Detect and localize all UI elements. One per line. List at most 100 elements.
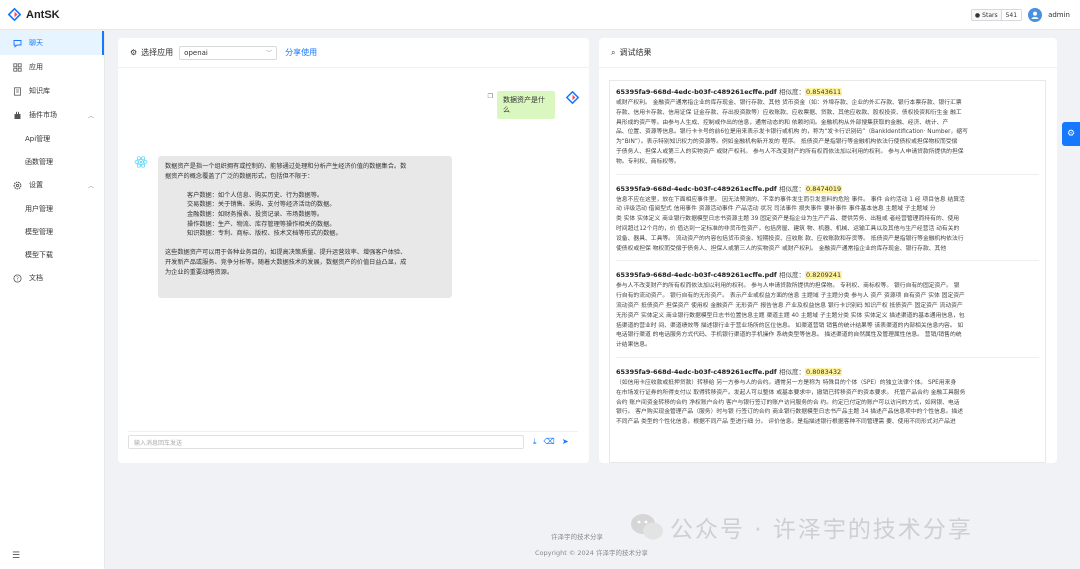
bot-message-line: 这些数据资产可以用于各种业务目的，如提高决策质量、提升运营效率、增强客户体验、 [165,249,407,257]
result-file: 65395fa9-668d-4edc-b03f-c489261ecffe.pdf [616,271,777,280]
footer-copyright: Copyright © 2024 许泽宇的技术分享 [535,549,649,557]
wechat-watermark: 公众号 · 许泽宇的技术分享 [630,510,973,544]
send-icon[interactable]: ➤ [562,437,569,447]
antsk-logo-icon [8,8,21,21]
user-name[interactable]: admin [1048,11,1070,19]
result-line: 电话银行渠道 的电话服务方式代码、手机银行渠道的手机操作 系统类型等信息。 描述… [616,332,962,339]
svg-text:?: ? [16,276,19,282]
sidebar-item-api[interactable]: Api管理 [0,127,104,150]
bot-message-line: 客户数据：如个人信息、购买历史、行为数据等。 [187,191,324,199]
result-line: 流动资产 抵债资产 担保资产 使用权 金融资产 无形资产 报告信息 产业及权益信… [616,302,963,309]
footer-title: 许泽宇的技术分享 [551,533,603,541]
result-line: 行自有的流动资产。 银行自有的无形资产。 表示产业或权益方面的信息 主题域 子主… [616,293,965,300]
debug-panel: ⌕ 调试结果 65395fa9-668d-4edc-b03f-c489261ec… [599,38,1057,463]
upload-icon[interactable]: ⤓ [533,437,537,447]
bot-message-line: 为企业的重要战略资源。 [165,268,234,276]
similarity-score: 0.8209241 [805,271,843,280]
sidebar-item-functions[interactable]: 函数管理 [0,150,104,173]
github-stars-badge[interactable]: ● Stars 541 [970,9,1023,21]
gear-icon: ⚙ [130,48,138,57]
copy-icon[interactable]: ❐ [488,93,493,100]
clear-icon[interactable]: ⌫ [544,437,555,447]
bot-message-line: 操作数据：生产、物流、库存管理等操作相关的数据。 [187,220,336,228]
user-avatar-icon [565,90,580,106]
similarity-score: 0.8543611 [805,88,843,96]
stars-count: 541 [1001,10,1022,20]
sidebar-item-label: 文档 [29,274,43,282]
similarity-label: 相似度： [779,184,806,193]
chevron-down-icon: ﹀ [266,50,273,57]
bot-message: 数据资产是指一个组织拥有或控制的、能够通过处理和分析产生经济价值的数据集合。数 … [158,156,452,298]
result-line: 计结果信息。 [616,342,651,349]
menu-collapse-icon[interactable]: ☰ [12,551,20,561]
sidebar-item-label: 设置 [29,181,43,189]
result-line: 于债务人、担保人或第三人的实物资产 或财产权利。 参与人不改变财产的所有权而依法… [616,148,964,155]
result-item: 65395fa9-668d-4edc-b03f-c489261ecffe.pdf… [610,361,1045,428]
bot-avatar-icon [134,155,148,171]
result-line: 品、位置、资源等信息。银行卡卡号的前6位是用来表示发卡银行或机构 的，称为“发卡… [616,129,968,136]
similarity-label: 相似度： [779,367,806,376]
result-item: 65395fa9-668d-4edc-b03f-c489261ecffe.pdf… [610,264,1045,358]
select-app-label: 选择应用 [141,48,174,57]
result-line: 使债权或担保 物权而受偿于债务人、担保人或第三人的实物资产 或财产权利。 金融资… [616,245,947,252]
sidebar-item-models[interactable]: 模型管理 [0,220,104,243]
chevron-up-icon: ︿ [87,112,94,120]
result-line: 参与人不改变财产的所有权而依法加以利用的权利。 参与人申请贷款所提供的担保物。 … [616,283,960,290]
result-line: 时间超过12个月的，价 值达到一定标准的非货币性资产，包括房屋、建筑 物、机器、… [616,225,960,232]
sidebar-item-model-download[interactable]: 模型下载 [0,243,104,266]
result-line: 为“BIN”）。表示特别知识权力的资源等。例如金融机构新开发的 程序。 抵债资产… [616,139,958,146]
message-icon [12,38,22,48]
sidebar-item-docs[interactable]: ? 文档 [0,266,104,290]
sidebar-item-knowledge[interactable]: 知识库 [0,79,104,103]
similarity-label: 相似度： [779,271,806,280]
similarity-score: 0.8474019 [805,184,843,193]
result-line: 银行。 客户购买现金管理产品（服务）时与银 行签订的合约 商业银行数据模型日志书… [616,409,964,416]
question-icon: ? [12,273,22,283]
app-select[interactable]: openai ﹀ [179,45,278,60]
stars-label: Stars [982,11,998,19]
result-line: 物。专利权、商标权等。 [616,158,680,165]
sidebar-item-label: Api管理 [25,134,51,143]
watermark-text: 公众号 · 许泽宇的技术分享 [670,517,973,543]
sidebar: 聊天 应用 知识库 插件市场 ︿ Api管理 函数管理 设置 ︿ 用户管理 模型… [0,31,105,569]
app-name: AntSK [26,8,60,21]
debug-results[interactable]: 65395fa9-668d-4edc-b03f-c489261ecffe.pdf… [609,80,1046,463]
avatar[interactable] [1028,8,1043,22]
sidebar-item-apps[interactable]: 应用 [0,55,104,79]
sidebar-item-label: 模型管理 [25,227,53,236]
result-file: 65395fa9-668d-4edc-b03f-c489261ecffe.pdf [616,367,777,376]
selected-app: openai [184,48,208,57]
result-line: 括渠道的营业时 间、渠道绩效等 描述银行业于营业场所的区位信息。 如渠道营销 销… [616,322,964,329]
message-input[interactable]: 输入消息回车发送 [128,435,524,449]
sidebar-item-label: 函数管理 [25,157,53,166]
settings-drawer-button[interactable]: ⚙ [1062,122,1080,146]
sidebar-item-label: 用户管理 [25,204,53,213]
sidebar-item-label: 聊天 [29,39,43,47]
bot-message-line: 开发新产品或服务、竞争分析等。随着大数据技术的发展，数据资产的价值日益凸显，成 [165,258,407,266]
bot-message-line: 据资产的概念覆盖了广泛的数据形式，包括但不限于： [165,172,314,180]
github-icon: ● [974,11,981,19]
gear-icon: ⚙ [1066,129,1076,139]
user-message: 数据资产是什么 [497,91,555,119]
sidebar-item-settings[interactable]: 设置 ︿ [0,173,104,197]
bot-message-line: 数据资产是指一个组织拥有或控制的、能够通过处理和分析产生经济价值的数据集合。数 [165,163,407,170]
chat-panel: ⚙ 选择应用 openai ﹀ 分享使用 ❐ 数据资产是什么 数据资产是指一个组… [118,38,589,463]
result-line: 动 评级活动 借阅型式 信用事件 资源活动事件 产品活动 状况 司法事件 损失事… [616,206,936,213]
sidebar-item-chat[interactable]: 聊天 [0,31,104,55]
result-line: 或财产权利。 金融资产通常指企业的库存现金、银行存款、其他 货币资金（如：外埠存… [616,100,962,106]
sidebar-item-users[interactable]: 用户管理 [0,197,104,220]
sidebar-item-label: 知识库 [29,87,50,95]
share-link[interactable]: 分享使用 [285,47,317,58]
result-file: 65395fa9-668d-4edc-b03f-c489261ecffe.pdf [616,88,777,96]
result-line: 类 实体 实体定义 商业银行数据模型日志书资源主题 39 固定资产是指企业为生产… [616,216,960,223]
result-line: 信息不应在这里，放在下面相应事件里。 因无法预测的、不幸的事件发生而引发意料的危… [616,196,965,203]
sidebar-item-label: 应用 [29,63,43,71]
result-item: 65395fa9-668d-4edc-b03f-c489261ecffe.pdf… [610,81,1045,175]
sidebar-item-plugins[interactable]: 插件市场 ︿ [0,103,104,127]
logo[interactable]: AntSK [0,8,105,21]
wechat-icon [630,512,664,542]
result-line: 合约 账户间资金转移的合约 净权账户合约 客户与银行签订的账户访问服务的合 约。… [616,399,960,406]
plugin-icon [12,110,22,120]
result-line: 无形资产 实体定义 商业银行数据模型日志书位置信息主题 渠道主题 40 主题域 … [616,312,965,319]
bot-message-line: 知识数据：专利、商标、版权、技术文档等形式的数据。 [187,230,342,238]
